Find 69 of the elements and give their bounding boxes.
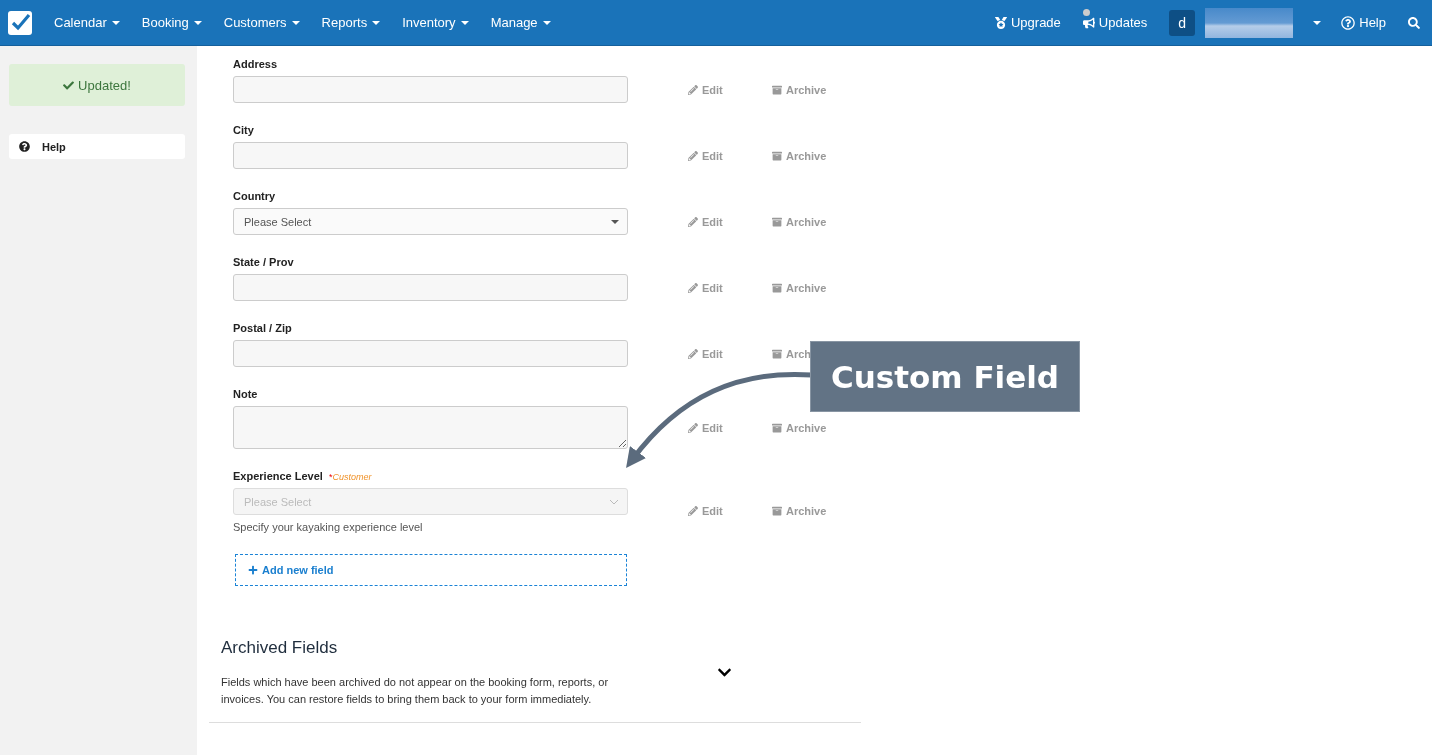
select-field: Please Select xyxy=(233,488,628,515)
field-label: Country xyxy=(233,190,276,202)
sidebar-help-link[interactable]: Help xyxy=(9,134,185,159)
edit-button[interactable]: Edit xyxy=(688,281,723,294)
edit-button[interactable]: Edit xyxy=(688,149,723,162)
text-input-field[interactable] xyxy=(233,76,628,103)
search-button[interactable] xyxy=(1408,16,1420,29)
field-label: Address xyxy=(233,58,278,70)
archive-button[interactable]: Arch xyxy=(772,347,812,360)
help-button[interactable]: Help xyxy=(1341,15,1386,30)
pencil-icon xyxy=(688,282,698,293)
archive-button[interactable]: Archive xyxy=(772,215,827,228)
archive-icon xyxy=(772,282,782,293)
field-label: Note xyxy=(233,388,258,400)
nav-menu[interactable]: Inventory xyxy=(402,15,469,30)
select-field[interactable]: Please Select xyxy=(233,208,628,235)
checkbox-logo-icon xyxy=(8,10,32,35)
notification-dot xyxy=(1082,9,1090,16)
archive-icon xyxy=(772,505,782,516)
pencil-icon xyxy=(688,84,698,95)
archive-icon xyxy=(772,348,782,359)
megaphone-icon xyxy=(1082,16,1095,29)
text-input-field[interactable] xyxy=(233,340,628,367)
nav-menu[interactable]: Reports xyxy=(321,15,381,30)
pencil-icon xyxy=(688,422,698,433)
add-field-button[interactable]: Add new field xyxy=(235,554,627,586)
pencil-icon xyxy=(688,348,698,359)
nav-menu[interactable]: Calendar xyxy=(54,15,120,30)
nav-menu[interactable]: Manage xyxy=(490,15,551,30)
field-label: Postal / Zip xyxy=(233,322,292,334)
section-description: Fields which have been archived do not appear on the booking form, reports, or invoices. You can restore fields to bring them back to your form immediately. xyxy=(221,675,610,707)
pencil-icon xyxy=(688,505,698,516)
edit-button[interactable]: Edit xyxy=(688,215,723,228)
text-input-field[interactable] xyxy=(233,142,628,169)
nav-menu[interactable]: Booking xyxy=(141,15,202,30)
archive-button[interactable]: Archive xyxy=(772,421,827,434)
textarea-field[interactable] xyxy=(233,406,628,449)
chevron-down-icon xyxy=(609,498,619,505)
upgrade-button[interactable]: Upgrade xyxy=(994,15,1061,30)
text-input-field[interactable] xyxy=(233,274,628,301)
section-title: Archived Fields xyxy=(221,638,339,658)
medal-icon xyxy=(994,16,1007,29)
updates-button[interactable]: Updates xyxy=(1082,15,1148,30)
pencil-icon xyxy=(688,150,698,161)
user-avatar[interactable]: d xyxy=(1169,9,1196,36)
archive-button[interactable]: Archive xyxy=(772,83,827,96)
archive-icon xyxy=(772,84,782,95)
archive-icon xyxy=(772,150,782,161)
field-hint: Specify your kayaking experience level xyxy=(233,521,424,533)
caret-icon xyxy=(611,219,619,224)
pencil-icon xyxy=(688,216,698,227)
edit-button[interactable]: Edit xyxy=(688,347,723,360)
field-label: State / Prov xyxy=(233,256,294,268)
archive-button[interactable]: Archive xyxy=(772,149,827,162)
field-tag: *Customer xyxy=(328,472,372,482)
help-icon xyxy=(1341,15,1356,30)
archive-icon xyxy=(772,216,782,227)
plus-icon xyxy=(248,565,258,575)
alert-text: Updated! xyxy=(78,77,131,93)
callout-label: Custom Field xyxy=(810,341,1080,412)
archive-icon xyxy=(772,422,782,433)
archive-button[interactable]: Archive xyxy=(772,281,827,294)
edit-button[interactable]: Edit xyxy=(688,421,723,434)
edit-button[interactable]: Edit xyxy=(688,83,723,96)
nav-menu[interactable]: Customers xyxy=(223,15,300,30)
field-label: City xyxy=(233,124,254,136)
field-label: Experience Level xyxy=(233,470,323,482)
check-icon xyxy=(63,79,75,91)
help-icon xyxy=(19,141,30,152)
